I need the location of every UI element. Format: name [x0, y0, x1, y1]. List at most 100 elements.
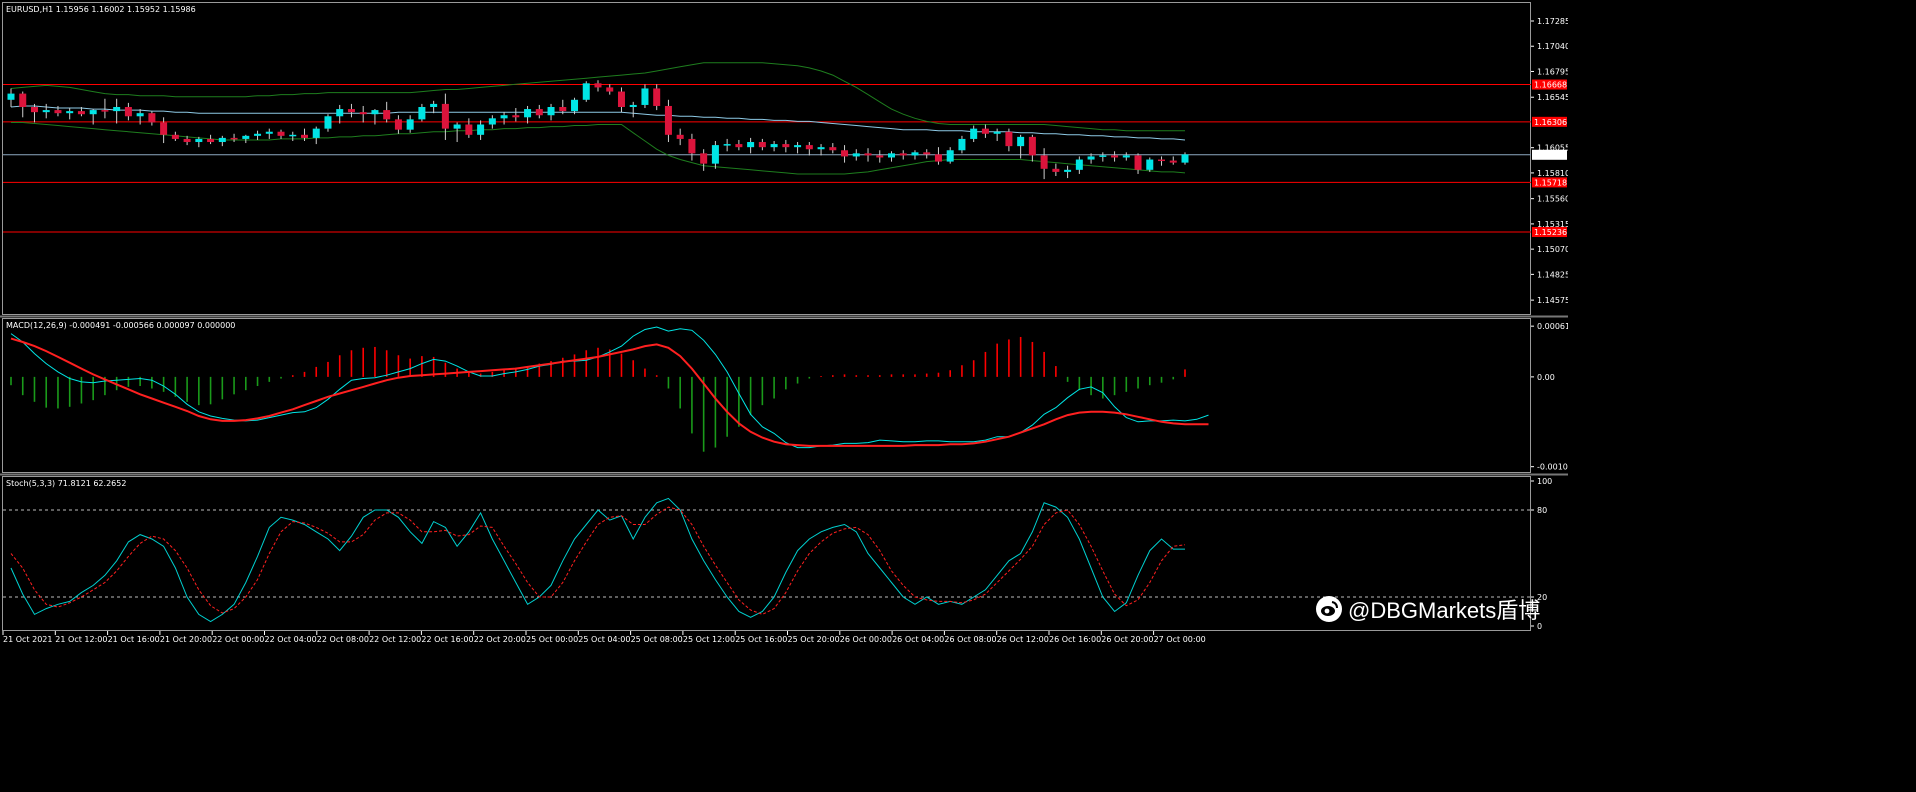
candle-body [946, 150, 954, 162]
level-price-label: 1.15718 [1534, 178, 1567, 187]
candle-body [911, 152, 919, 156]
candle-body [195, 138, 203, 143]
time-tick-label: 21 Oct 16:00 [108, 635, 160, 644]
macd-tick-label: -0.00108 [1537, 463, 1568, 472]
candle-body [524, 109, 532, 118]
candle-body [864, 153, 872, 156]
candle-body [805, 145, 813, 150]
time-tick-label: 25 Oct 12:00 [683, 635, 735, 644]
candle-body [934, 154, 942, 162]
candle-body [336, 109, 344, 117]
candle-body [394, 119, 402, 130]
candle-body [500, 115, 508, 119]
candle-body [1064, 169, 1072, 172]
candle-body [89, 110, 97, 115]
candle-body [1134, 155, 1142, 170]
candle-body [1111, 155, 1119, 158]
time-tick-label: 22 Oct 04:00 [265, 635, 317, 644]
candle-body [371, 110, 379, 115]
candle-body [676, 134, 684, 139]
candle-body [1017, 136, 1025, 147]
stoch-tick-label: 100 [1537, 477, 1552, 486]
trading-chart[interactable]: 1.172851.170401.167951.165451.160551.158… [0, 0, 1568, 648]
candle-body [723, 144, 731, 146]
time-tick-label: 26 Oct 16:00 [1049, 635, 1101, 644]
candle-body [171, 134, 179, 139]
candle-body [664, 105, 672, 135]
candle-body [19, 93, 27, 107]
candle-body [148, 113, 156, 123]
price-pane-title: EURUSD,H1 1.15956 1.16002 1.15952 1.1598… [6, 5, 196, 14]
candle-body [207, 138, 215, 143]
candle-body [406, 119, 414, 130]
candle-body [477, 124, 485, 135]
candle-body [770, 144, 778, 148]
price-tick-label: 1.15070 [1537, 245, 1568, 254]
candle-body [582, 83, 590, 100]
candle-body [383, 110, 391, 120]
candle-body [594, 83, 602, 88]
time-tick-label: 26 Oct 12:00 [997, 635, 1049, 644]
time-tick-label: 22 Oct 16:00 [421, 635, 473, 644]
watermark: @DBGMarkets盾博 [1316, 592, 1540, 626]
time-tick-label: 22 Oct 00:00 [212, 635, 264, 644]
candle-body [430, 103, 438, 107]
time-tick-label: 22 Oct 20:00 [474, 635, 526, 644]
candle-body [7, 93, 15, 100]
candle-body [312, 128, 320, 138]
candle-body [559, 107, 567, 112]
candle-body [700, 153, 708, 164]
time-tick-label: 21 Oct 20:00 [160, 635, 212, 644]
price-tick-label: 1.16545 [1537, 93, 1568, 102]
candle-body [54, 110, 62, 114]
stoch-pane-title: Stoch(5,3,3) 71.8121 62.2652 [6, 479, 126, 488]
candle-body [1040, 155, 1048, 169]
time-tick-label: 25 Oct 04:00 [578, 635, 630, 644]
candle-body [617, 91, 625, 107]
candle-body [1158, 159, 1166, 162]
candle-body [301, 134, 308, 138]
candle-body [1075, 159, 1083, 170]
time-tick-label: 22 Oct 12:00 [369, 635, 421, 644]
candle-body [418, 107, 426, 120]
candle-body [42, 110, 50, 113]
candle-body [347, 109, 355, 113]
candle-body [535, 109, 543, 116]
candle-body [1146, 159, 1154, 170]
candle-body [782, 144, 790, 148]
candle-body [735, 144, 743, 148]
price-tick-label: 1.14825 [1537, 270, 1568, 279]
candle-body [512, 115, 520, 118]
candle-body [829, 147, 837, 151]
candle-body [970, 128, 978, 139]
candle-body [277, 131, 285, 136]
price-tick-label: 1.17040 [1537, 42, 1568, 51]
candle-body [124, 107, 132, 117]
candle-body [66, 111, 74, 114]
candle-body [899, 153, 907, 156]
candle-body [876, 155, 884, 158]
candle-body [1169, 160, 1177, 163]
candle-body [571, 99, 579, 112]
candle-body [441, 103, 449, 129]
candle-body [289, 134, 297, 137]
candle-body [453, 124, 461, 129]
candle-body [817, 147, 825, 150]
candle-body [688, 138, 696, 154]
price-tick-label: 1.14575 [1537, 296, 1568, 305]
stoch-tick-label: 80 [1537, 506, 1547, 515]
candle-body [488, 118, 496, 125]
level-price-label: 1.16306 [1534, 118, 1567, 127]
candle-body [981, 128, 989, 134]
candle-body [77, 111, 85, 115]
candle-body [1087, 156, 1095, 160]
candle-body [254, 133, 262, 136]
candle-body [629, 104, 637, 107]
time-tick-label: 25 Oct 16:00 [735, 635, 787, 644]
level-price-label: 1.15236 [1534, 228, 1567, 237]
time-tick-label: 26 Oct 20:00 [1101, 635, 1153, 644]
candle-body [230, 137, 238, 140]
candle-body [606, 87, 614, 92]
time-tick-label: 22 Oct 08:00 [317, 635, 369, 644]
candle-body [113, 107, 121, 112]
